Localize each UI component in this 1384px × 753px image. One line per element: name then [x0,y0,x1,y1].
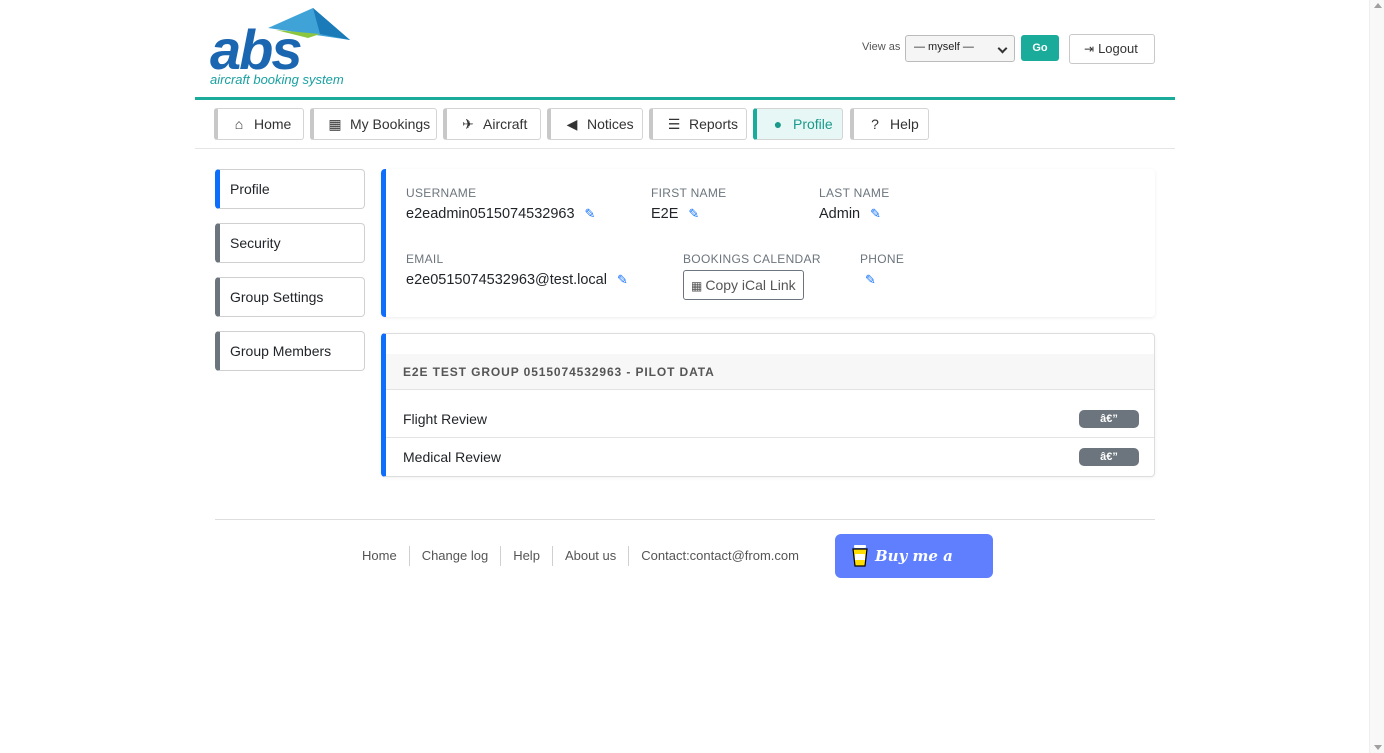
email-value: e2e0515074532963@test.local [406,272,607,288]
sidebar-item-group-members[interactable]: Group Members [215,331,365,371]
status-badge: â€” [1079,448,1139,466]
phone-label: PHONE [860,252,905,266]
view-as-selected: — myself — [914,41,974,53]
logo-text: abs [210,18,302,81]
tab-label: My Bookings [350,116,431,132]
calendar-icon: ▦ [691,279,703,293]
username-label: USERNAME [406,186,477,200]
abs-logo[interactable]: abs aircraft booking system [210,6,360,92]
bookings-calendar-label: BOOKINGS CALENDAR [683,252,821,266]
edit-pencil-icon[interactable]: ✎ [870,206,881,222]
site-header: abs aircraft booking system View as — my… [195,0,1175,100]
copy-ical-label: Copy iCal Link [705,277,796,293]
logo-subtitle: aircraft booking system [210,72,344,87]
tab-aircraft[interactable]: ✈ Aircraft [443,108,541,140]
profile-card: USERNAME e2eadmin0515074532963 ✎ FIRST NA… [381,169,1155,317]
tab-help[interactable]: ? Help [850,108,929,140]
chart-icon: ☰ [667,116,681,132]
footer-link-changelog[interactable]: Change log [410,546,502,566]
phone-field: PHONE ✎ [860,252,904,288]
footer-links: Home Change log Help About us Contact:contac… [350,546,811,568]
page-scrollbar[interactable] [1369,0,1384,753]
footer-link-help[interactable]: Help [501,546,553,566]
medical-review-label: Medical Review [403,449,502,465]
question-circle-icon: ? [871,116,879,132]
logout-label: Logout [1098,41,1138,56]
first-name-value: E2E [651,206,679,222]
first-name-label: FIRST NAME [651,186,727,200]
tab-notices[interactable]: ◀ Notices [547,108,643,140]
list-item: Flight Review â€” [386,400,1154,438]
sign-out-icon: ⇥ [1084,42,1095,56]
tab-my-bookings[interactable]: ▦ My Bookings [310,108,437,140]
plane-icon: ✈ [462,116,474,132]
chevron-down-icon [997,43,1008,54]
status-badge: â€” [1079,410,1139,428]
coffee-cup-icon [852,545,868,567]
sidebar-item-group-settings[interactable]: Group Settings [215,277,365,317]
edit-pencil-icon[interactable]: ✎ [865,272,876,288]
edit-pencil-icon[interactable]: ✎ [585,206,596,222]
scroll-up-icon[interactable] [1374,3,1382,8]
tab-label: Home [254,116,292,132]
footer-link-home[interactable]: Home [350,546,410,566]
view-as-select[interactable]: — myself — [905,35,1015,62]
edit-pencil-icon[interactable]: ✎ [688,206,699,222]
view-as-label: View as [862,41,901,53]
sidebar-item-security[interactable]: Security [215,223,365,263]
email-field: EMAIL e2e0515074532963@test.local ✎ [406,252,628,288]
pilot-data-heading: E2E TEST GROUP 0515074532963 - PILOT DAT… [386,354,1154,390]
main-nav: ⌂ Home ▦ My Bookings ✈ Aircraft ◀ Notices ☰ R… [195,100,1175,149]
tab-home[interactable]: ⌂ Home [214,108,304,140]
edit-pencil-icon[interactable]: ✎ [617,272,628,288]
list-item: Medical Review â€” [386,438,1154,476]
user-circle-icon: ● [773,116,783,132]
home-icon: ⌂ [234,116,244,132]
sidebar-item-profile[interactable]: Profile [215,169,365,209]
scroll-down-icon[interactable] [1374,745,1382,750]
username-value: e2eadmin0515074532963 [406,206,575,222]
footer-link-contact[interactable]: Contact:contact@from.com [629,546,811,566]
coffee-label: Buy me a coffee [875,547,953,609]
tab-label: Help [890,116,919,132]
last-name-value: Admin [819,206,861,222]
go-button[interactable]: Go [1021,35,1059,61]
bookings-calendar-field: BOOKINGS CALENDAR ▦ Copy iCal Link [683,252,821,300]
first-name-field: FIRST NAME E2E ✎ [651,186,726,222]
username-field: USERNAME e2eadmin0515074532963 ✎ [406,186,595,222]
megaphone-icon: ◀ [566,116,578,132]
last-name-field: LAST NAME Admin ✎ [819,186,890,222]
logout-button[interactable]: ⇥ Logout [1069,34,1155,64]
tab-label: Notices [587,116,634,132]
footer-link-about[interactable]: About us [553,546,630,566]
tab-label: Profile [793,116,833,132]
tab-label: Aircraft [483,116,528,132]
tab-label: Reports [689,116,739,132]
calendar-check-icon: ▦ [328,116,342,132]
pilot-data-card: E2E TEST GROUP 0515074532963 - PILOT DAT… [381,333,1155,477]
email-label: EMAIL [406,252,444,266]
footer-divider [215,519,1155,520]
tab-profile[interactable]: ● Profile [753,108,843,140]
tab-reports[interactable]: ☰ Reports [649,108,747,140]
last-name-label: LAST NAME [819,186,890,200]
buy-me-a-coffee-button[interactable]: Buy me a coffee [835,534,993,609]
copy-ical-link-button[interactable]: ▦ Copy iCal Link [683,270,804,300]
flight-review-label: Flight Review [403,411,488,427]
